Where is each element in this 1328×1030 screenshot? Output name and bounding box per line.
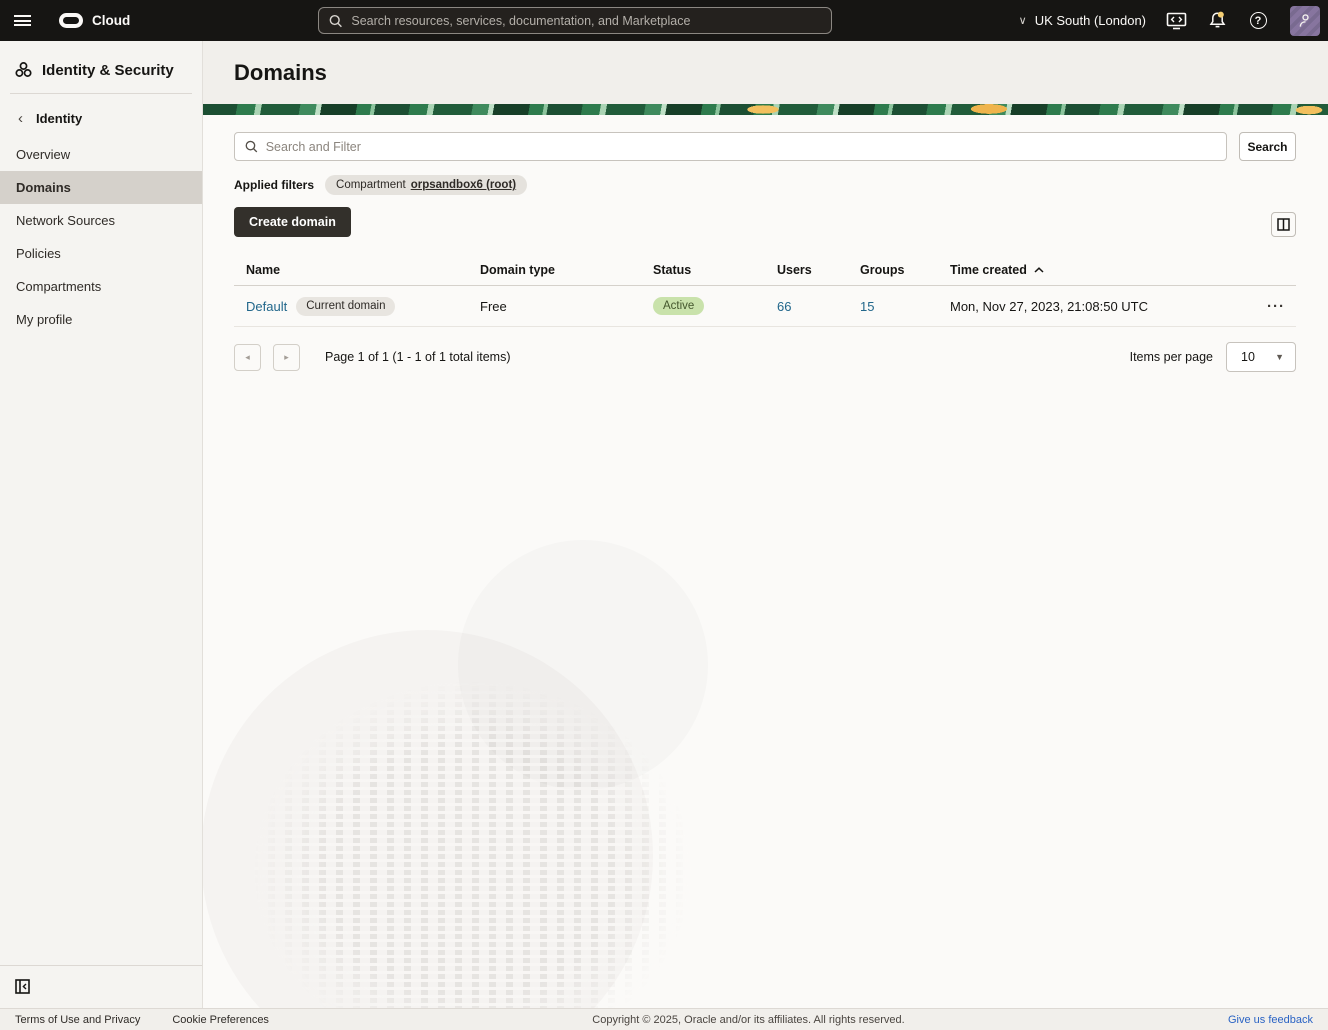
pagination: ◂ ▸ Page 1 of 1 (1 - 1 of 1 total items)… — [234, 342, 1296, 372]
sidebar-item-network-sources[interactable]: Network Sources — [0, 204, 202, 237]
region-selector[interactable]: ∨ UK South (London) — [1019, 13, 1146, 28]
top-bar: Cloud ∨ UK South (London) — [0, 0, 1328, 41]
person-icon — [1298, 13, 1313, 29]
page-title: Domains — [234, 60, 327, 86]
oracle-logo-icon — [59, 13, 83, 28]
users-count-link[interactable]: 66 — [777, 299, 860, 314]
watermark-circle — [203, 630, 653, 1008]
filter-search-input[interactable] — [266, 140, 1216, 154]
filter-search-box[interactable] — [234, 132, 1227, 161]
page-footer: Terms of Use and Privacy Cookie Preferen… — [0, 1008, 1328, 1030]
content-area: Search Applied filters Compartment orpsa… — [203, 115, 1328, 1008]
items-per-page: Items per page 10 ▼ — [1130, 342, 1296, 372]
feedback-link[interactable]: Give us feedback — [1228, 1014, 1313, 1026]
footer-links: Terms of Use and Privacy Cookie Preferen… — [15, 1014, 269, 1026]
search-button[interactable]: Search — [1239, 132, 1296, 161]
sidebar-section-label: Identity — [36, 111, 82, 126]
groups-count-link[interactable]: 15 — [860, 299, 950, 314]
column-header-time-created[interactable]: Time created — [950, 263, 1256, 277]
sidebar-item-my-profile[interactable]: My profile — [0, 303, 202, 336]
items-per-page-value: 10 — [1241, 350, 1255, 364]
sidebar: Identity & Security ‹ Identity Overview … — [0, 41, 203, 1008]
column-header-groups[interactable]: Groups — [860, 263, 950, 277]
create-domain-button[interactable]: Create domain — [234, 207, 351, 237]
sidebar-title: Identity & Security — [0, 41, 202, 93]
region-label: UK South (London) — [1035, 13, 1146, 28]
next-page-button[interactable]: ▸ — [273, 344, 300, 371]
chip-prefix: Compartment — [336, 179, 406, 191]
search-icon — [245, 140, 258, 153]
watermark-texture — [203, 610, 763, 1008]
chevron-down-icon: ▼ — [1275, 352, 1284, 362]
status-cell: Active — [653, 297, 777, 315]
pagination-label: Page 1 of 1 (1 - 1 of 1 total items) — [325, 350, 511, 364]
domain-name-cell: Default Current domain — [246, 297, 480, 316]
time-created-cell: Mon, Nov 27, 2023, 21:08:50 UTC — [950, 299, 1256, 314]
sidebar-title-label: Identity & Security — [42, 62, 174, 79]
page-header: Domains — [203, 41, 1328, 104]
status-badge: Active — [653, 297, 704, 315]
sidebar-item-domains[interactable]: Domains — [0, 171, 202, 204]
chevron-down-icon: ∨ — [1019, 14, 1027, 27]
row-actions-icon[interactable]: ··· — [1256, 298, 1296, 315]
terms-link[interactable]: Terms of Use and Privacy — [15, 1014, 140, 1026]
current-domain-badge: Current domain — [296, 297, 395, 316]
action-row: Create domain — [234, 207, 1296, 237]
sidebar-nav: Overview Domains Network Sources Policie… — [0, 138, 202, 336]
sidebar-footer — [0, 965, 202, 1008]
column-view-toggle-icon[interactable] — [1271, 212, 1296, 237]
global-search-input[interactable] — [351, 14, 821, 28]
decorative-banner — [203, 104, 1328, 115]
chip-compartment-link[interactable]: orpsandbox6 (root) — [411, 179, 516, 191]
global-search[interactable] — [318, 7, 832, 34]
back-chevron-icon[interactable]: ‹ — [18, 111, 23, 126]
items-per-page-select[interactable]: 10 ▼ — [1226, 342, 1296, 372]
cookie-preferences-link[interactable]: Cookie Preferences — [172, 1014, 269, 1026]
sidebar-item-compartments[interactable]: Compartments — [0, 270, 202, 303]
copyright-text: Copyright © 2025, Oracle and/or its affi… — [269, 1014, 1228, 1026]
domains-table: Name Domain type Status Users Groups Tim… — [234, 255, 1296, 327]
main-area: Domains Search Applied filters — [203, 41, 1328, 1008]
topbar-right: ∨ UK South (London) ? — [1019, 0, 1320, 41]
sidebar-item-policies[interactable]: Policies — [0, 237, 202, 270]
watermark-circle — [458, 540, 708, 790]
compartment-filter-chip[interactable]: Compartment orpsandbox6 (root) — [325, 175, 527, 195]
filter-row: Search — [234, 132, 1296, 161]
table-row: Default Current domain Free Active 66 15… — [234, 286, 1296, 327]
domain-type-cell: Free — [480, 299, 653, 314]
table-header-row: Name Domain type Status Users Groups Tim… — [234, 255, 1296, 286]
column-header-users[interactable]: Users — [777, 263, 860, 277]
identity-security-icon — [14, 61, 33, 79]
search-icon — [329, 14, 342, 28]
previous-page-button[interactable]: ◂ — [234, 344, 261, 371]
column-header-status[interactable]: Status — [653, 263, 777, 277]
announcements-bell-icon[interactable] — [1206, 10, 1228, 32]
cloud-shell-icon[interactable] — [1165, 10, 1187, 32]
items-per-page-label: Items per page — [1130, 350, 1213, 364]
collapse-sidebar-icon[interactable] — [12, 976, 32, 996]
help-icon[interactable]: ? — [1247, 10, 1269, 32]
column-header-domain-type[interactable]: Domain type — [480, 263, 653, 277]
menu-icon[interactable] — [0, 0, 45, 41]
app-shell: Identity & Security ‹ Identity Overview … — [0, 41, 1328, 1008]
user-avatar[interactable] — [1290, 6, 1320, 36]
brand-label: Cloud — [92, 13, 130, 28]
applied-filters-row: Applied filters Compartment orpsandbox6 … — [234, 175, 1296, 195]
brand[interactable]: Cloud — [59, 13, 130, 28]
applied-filters-label: Applied filters — [234, 178, 314, 192]
sort-ascending-icon — [1034, 267, 1044, 273]
column-header-name[interactable]: Name — [246, 263, 480, 277]
sidebar-item-overview[interactable]: Overview — [0, 138, 202, 171]
domain-name-link[interactable]: Default — [246, 299, 287, 314]
sidebar-section-identity: ‹ Identity — [0, 94, 202, 138]
